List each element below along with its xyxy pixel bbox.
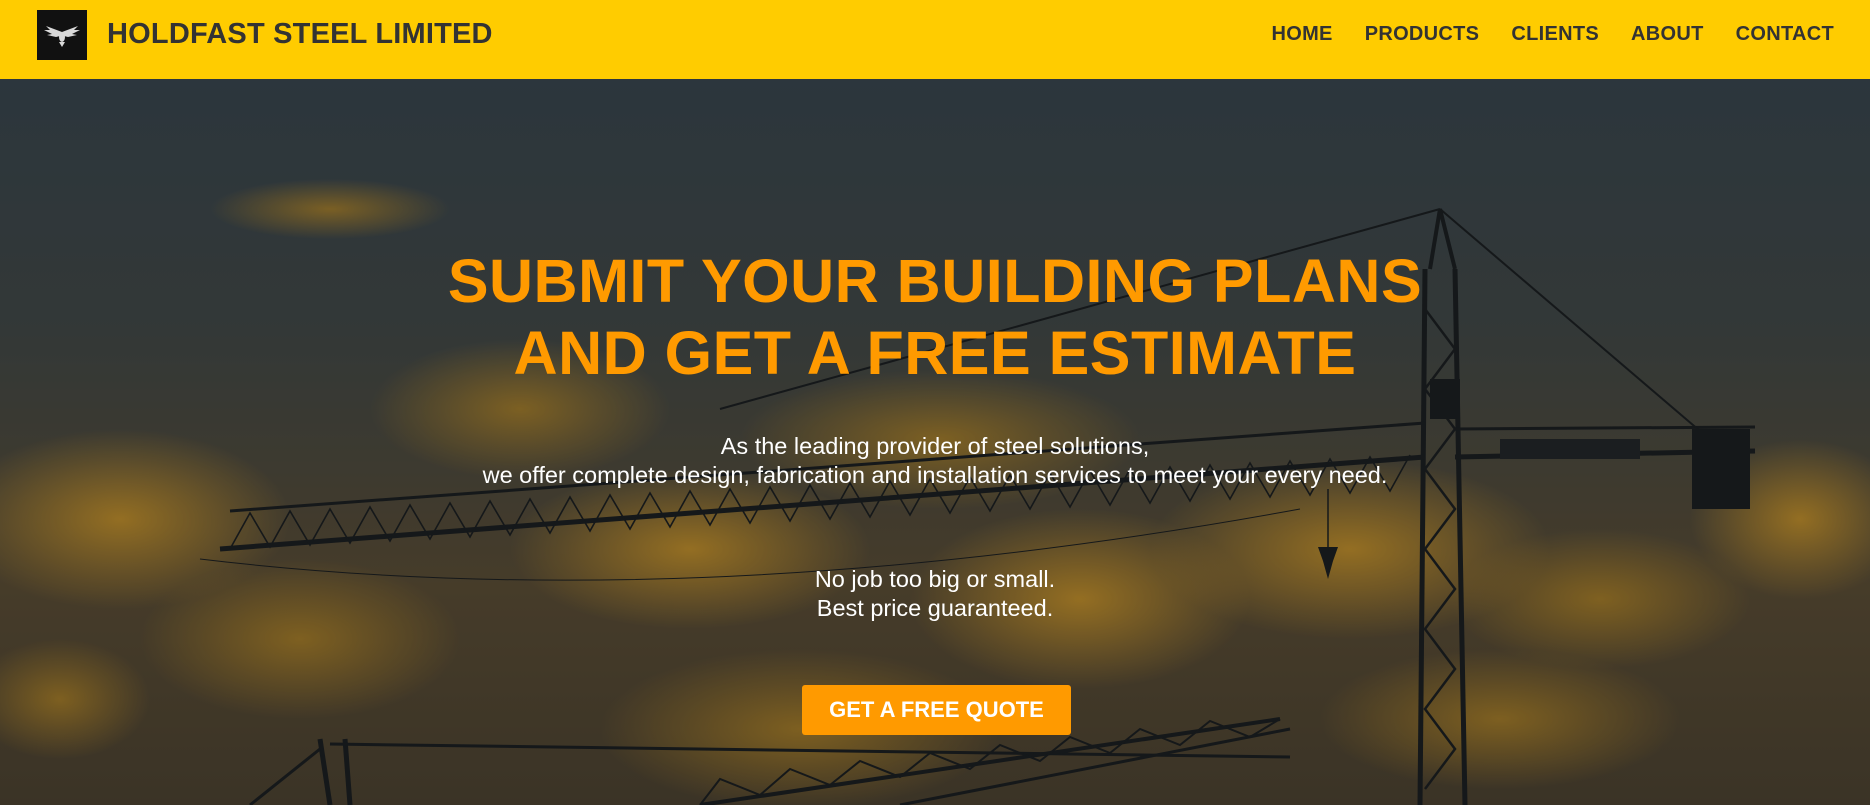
nav-products[interactable]: PRODUCTS [1365,23,1480,46]
get-free-quote-button[interactable]: GET A FREE QUOTE [802,685,1071,735]
brand-name[interactable]: HOLDFAST STEEL LIMITED [107,18,493,51]
brand[interactable]: HOLDFAST STEEL LIMITED [37,9,493,60]
hero-headline-line2: AND GET A FREE ESTIMATE [513,319,1357,387]
nav-about[interactable]: ABOUT [1631,23,1704,46]
hero-tagline-line2: Best price guaranteed. [816,595,1054,621]
nav-home[interactable]: HOME [1271,23,1332,46]
eagle-wings-icon[interactable] [37,9,87,60]
main-nav: HOME PRODUCTS CLIENTS ABOUT CONTACT [1239,23,1834,46]
hero-subtitle-line2: we offer complete design, fabrication an… [482,462,1388,488]
nav-contact[interactable]: CONTACT [1736,23,1834,46]
nav-clients[interactable]: CLIENTS [1511,23,1599,46]
hero-tagline-line1: No job too big or small. [814,566,1056,592]
hero-subtitle-line1: As the leading provider of steel solutio… [720,433,1150,459]
site-header: HOLDFAST STEEL LIMITED HOME PRODUCTS CLI… [0,0,1870,79]
hero-section: SUBMIT YOUR BUILDING PLANS AND GET A FRE… [0,79,1870,805]
hero-headline-line1: SUBMIT YOUR BUILDING PLANS [447,247,1423,315]
